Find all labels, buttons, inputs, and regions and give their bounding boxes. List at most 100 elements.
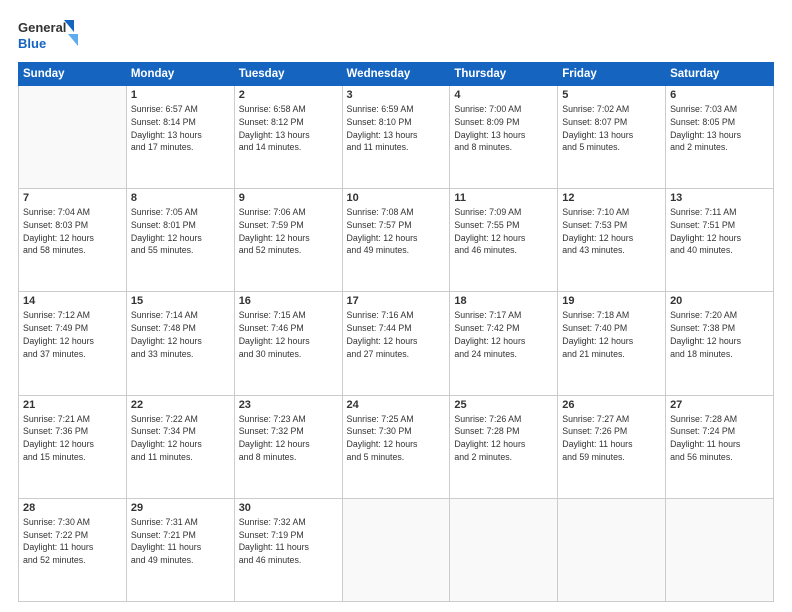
day-number: 23 [239, 399, 338, 411]
calendar-cell: 16Sunrise: 7:15 AMSunset: 7:46 PMDayligh… [234, 292, 342, 395]
day-number: 4 [454, 89, 553, 101]
day-number: 8 [131, 192, 230, 204]
day-info: Sunrise: 6:58 AMSunset: 8:12 PMDaylight:… [239, 103, 338, 154]
day-info: Sunrise: 7:17 AMSunset: 7:42 PMDaylight:… [454, 309, 553, 360]
day-info: Sunrise: 7:05 AMSunset: 8:01 PMDaylight:… [131, 206, 230, 257]
day-info: Sunrise: 7:30 AMSunset: 7:22 PMDaylight:… [23, 516, 122, 567]
day-info: Sunrise: 7:04 AMSunset: 8:03 PMDaylight:… [23, 206, 122, 257]
day-info: Sunrise: 7:00 AMSunset: 8:09 PMDaylight:… [454, 103, 553, 154]
week-row-5: 28 Sunrise: 7:30 AMSunset: 7:22 PMDayligh… [19, 498, 774, 601]
svg-text:Blue: Blue [18, 36, 46, 51]
calendar-cell: 12 Sunrise: 7:10 AMSunset: 7:53 PMDayligh… [558, 189, 666, 292]
calendar-cell: 13 Sunrise: 7:11 AMSunset: 7:51 PMDayligh… [666, 189, 774, 292]
calendar-cell: 24 Sunrise: 7:25 AMSunset: 7:30 PMDayligh… [342, 395, 450, 498]
calendar-cell: 8 Sunrise: 7:05 AMSunset: 8:01 PMDaylight… [126, 189, 234, 292]
week-row-2: 7 Sunrise: 7:04 AMSunset: 8:03 PMDaylight… [19, 189, 774, 292]
day-info: Sunrise: 7:32 AMSunset: 7:19 PMDaylight:… [239, 516, 338, 567]
day-info: Sunrise: 7:28 AMSunset: 7:24 PMDaylight:… [670, 413, 769, 464]
calendar-cell: 23 Sunrise: 7:23 AMSunset: 7:32 PMDayligh… [234, 395, 342, 498]
calendar-cell: 26 Sunrise: 7:27 AMSunset: 7:26 PMDayligh… [558, 395, 666, 498]
week-row-1: 1Sunrise: 6:57 AMSunset: 8:14 PMDaylight… [19, 86, 774, 189]
weekday-header-wednesday: Wednesday [342, 63, 450, 86]
weekday-header-monday: Monday [126, 63, 234, 86]
day-number: 9 [239, 192, 338, 204]
day-info: Sunrise: 7:16 AMSunset: 7:44 PMDaylight:… [347, 309, 446, 360]
day-number: 15 [131, 295, 230, 307]
calendar-cell [450, 498, 558, 601]
day-info: Sunrise: 7:14 AMSunset: 7:48 PMDaylight:… [131, 309, 230, 360]
day-number: 7 [23, 192, 122, 204]
day-number: 21 [23, 399, 122, 411]
calendar-cell [666, 498, 774, 601]
calendar-cell: 18 Sunrise: 7:17 AMSunset: 7:42 PMDayligh… [450, 292, 558, 395]
day-info: Sunrise: 7:23 AMSunset: 7:32 PMDaylight:… [239, 413, 338, 464]
calendar-cell: 21 Sunrise: 7:21 AMSunset: 7:36 PMDayligh… [19, 395, 127, 498]
day-number: 27 [670, 399, 769, 411]
calendar-cell: 20Sunrise: 7:20 AMSunset: 7:38 PMDayligh… [666, 292, 774, 395]
day-info: Sunrise: 7:21 AMSunset: 7:36 PMDaylight:… [23, 413, 122, 464]
calendar-cell [342, 498, 450, 601]
day-number: 12 [562, 192, 661, 204]
day-number: 5 [562, 89, 661, 101]
week-row-3: 14 Sunrise: 7:12 AMSunset: 7:49 PMDayligh… [19, 292, 774, 395]
day-number: 11 [454, 192, 553, 204]
day-number: 16 [239, 295, 338, 307]
calendar-cell: 14 Sunrise: 7:12 AMSunset: 7:49 PMDayligh… [19, 292, 127, 395]
calendar-cell: 27 Sunrise: 7:28 AMSunset: 7:24 PMDayligh… [666, 395, 774, 498]
calendar-cell: 25 Sunrise: 7:26 AMSunset: 7:28 PMDayligh… [450, 395, 558, 498]
calendar-cell: 2 Sunrise: 6:58 AMSunset: 8:12 PMDaylight… [234, 86, 342, 189]
day-info: Sunrise: 7:25 AMSunset: 7:30 PMDaylight:… [347, 413, 446, 464]
day-number: 20 [670, 295, 769, 307]
day-number: 22 [131, 399, 230, 411]
day-info: Sunrise: 7:08 AMSunset: 7:57 PMDaylight:… [347, 206, 446, 257]
day-info: Sunrise: 7:31 AMSunset: 7:21 PMDaylight:… [131, 516, 230, 567]
calendar-cell: 9 Sunrise: 7:06 AMSunset: 7:59 PMDaylight… [234, 189, 342, 292]
day-number: 6 [670, 89, 769, 101]
day-number: 24 [347, 399, 446, 411]
calendar-cell: 22Sunrise: 7:22 AMSunset: 7:34 PMDayligh… [126, 395, 234, 498]
calendar-cell: 6 Sunrise: 7:03 AMSunset: 8:05 PMDaylight… [666, 86, 774, 189]
day-number: 3 [347, 89, 446, 101]
day-info: Sunrise: 6:59 AMSunset: 8:10 PMDaylight:… [347, 103, 446, 154]
day-info: Sunrise: 7:02 AMSunset: 8:07 PMDaylight:… [562, 103, 661, 154]
day-number: 13 [670, 192, 769, 204]
calendar-table: SundayMondayTuesdayWednesdayThursdayFrid… [18, 62, 774, 602]
day-number: 10 [347, 192, 446, 204]
header: General Blue [18, 18, 774, 54]
day-number: 2 [239, 89, 338, 101]
day-info: Sunrise: 7:18 AMSunset: 7:40 PMDaylight:… [562, 309, 661, 360]
calendar-cell: 28 Sunrise: 7:30 AMSunset: 7:22 PMDayligh… [19, 498, 127, 601]
day-number: 14 [23, 295, 122, 307]
day-info: Sunrise: 7:03 AMSunset: 8:05 PMDaylight:… [670, 103, 769, 154]
day-info: Sunrise: 7:09 AMSunset: 7:55 PMDaylight:… [454, 206, 553, 257]
day-info: Sunrise: 7:12 AMSunset: 7:49 PMDaylight:… [23, 309, 122, 360]
day-info: Sunrise: 7:27 AMSunset: 7:26 PMDaylight:… [562, 413, 661, 464]
svg-text:General: General [18, 20, 66, 35]
day-info: Sunrise: 7:10 AMSunset: 7:53 PMDaylight:… [562, 206, 661, 257]
day-info: Sunrise: 7:06 AMSunset: 7:59 PMDaylight:… [239, 206, 338, 257]
day-number: 25 [454, 399, 553, 411]
day-number: 1 [131, 89, 230, 101]
day-number: 29 [131, 502, 230, 514]
calendar-cell: 1Sunrise: 6:57 AMSunset: 8:14 PMDaylight… [126, 86, 234, 189]
day-number: 30 [239, 502, 338, 514]
calendar-cell: 29 Sunrise: 7:31 AMSunset: 7:21 PMDayligh… [126, 498, 234, 601]
week-row-4: 21 Sunrise: 7:21 AMSunset: 7:36 PMDayligh… [19, 395, 774, 498]
weekday-header-row: SundayMondayTuesdayWednesdayThursdayFrid… [19, 63, 774, 86]
day-number: 26 [562, 399, 661, 411]
calendar-cell: 17Sunrise: 7:16 AMSunset: 7:44 PMDayligh… [342, 292, 450, 395]
page: General Blue SundayMondayTuesdayWednesda… [0, 0, 792, 612]
weekday-header-saturday: Saturday [666, 63, 774, 86]
day-number: 28 [23, 502, 122, 514]
calendar-cell [558, 498, 666, 601]
calendar-cell: 15 Sunrise: 7:14 AMSunset: 7:48 PMDayligh… [126, 292, 234, 395]
day-number: 18 [454, 295, 553, 307]
logo: General Blue [18, 18, 78, 54]
calendar-cell: 3 Sunrise: 6:59 AMSunset: 8:10 PMDaylight… [342, 86, 450, 189]
weekday-header-sunday: Sunday [19, 63, 127, 86]
day-info: Sunrise: 7:26 AMSunset: 7:28 PMDaylight:… [454, 413, 553, 464]
calendar-cell: 5 Sunrise: 7:02 AMSunset: 8:07 PMDaylight… [558, 86, 666, 189]
day-info: Sunrise: 7:11 AMSunset: 7:51 PMDaylight:… [670, 206, 769, 257]
day-number: 19 [562, 295, 661, 307]
weekday-header-thursday: Thursday [450, 63, 558, 86]
